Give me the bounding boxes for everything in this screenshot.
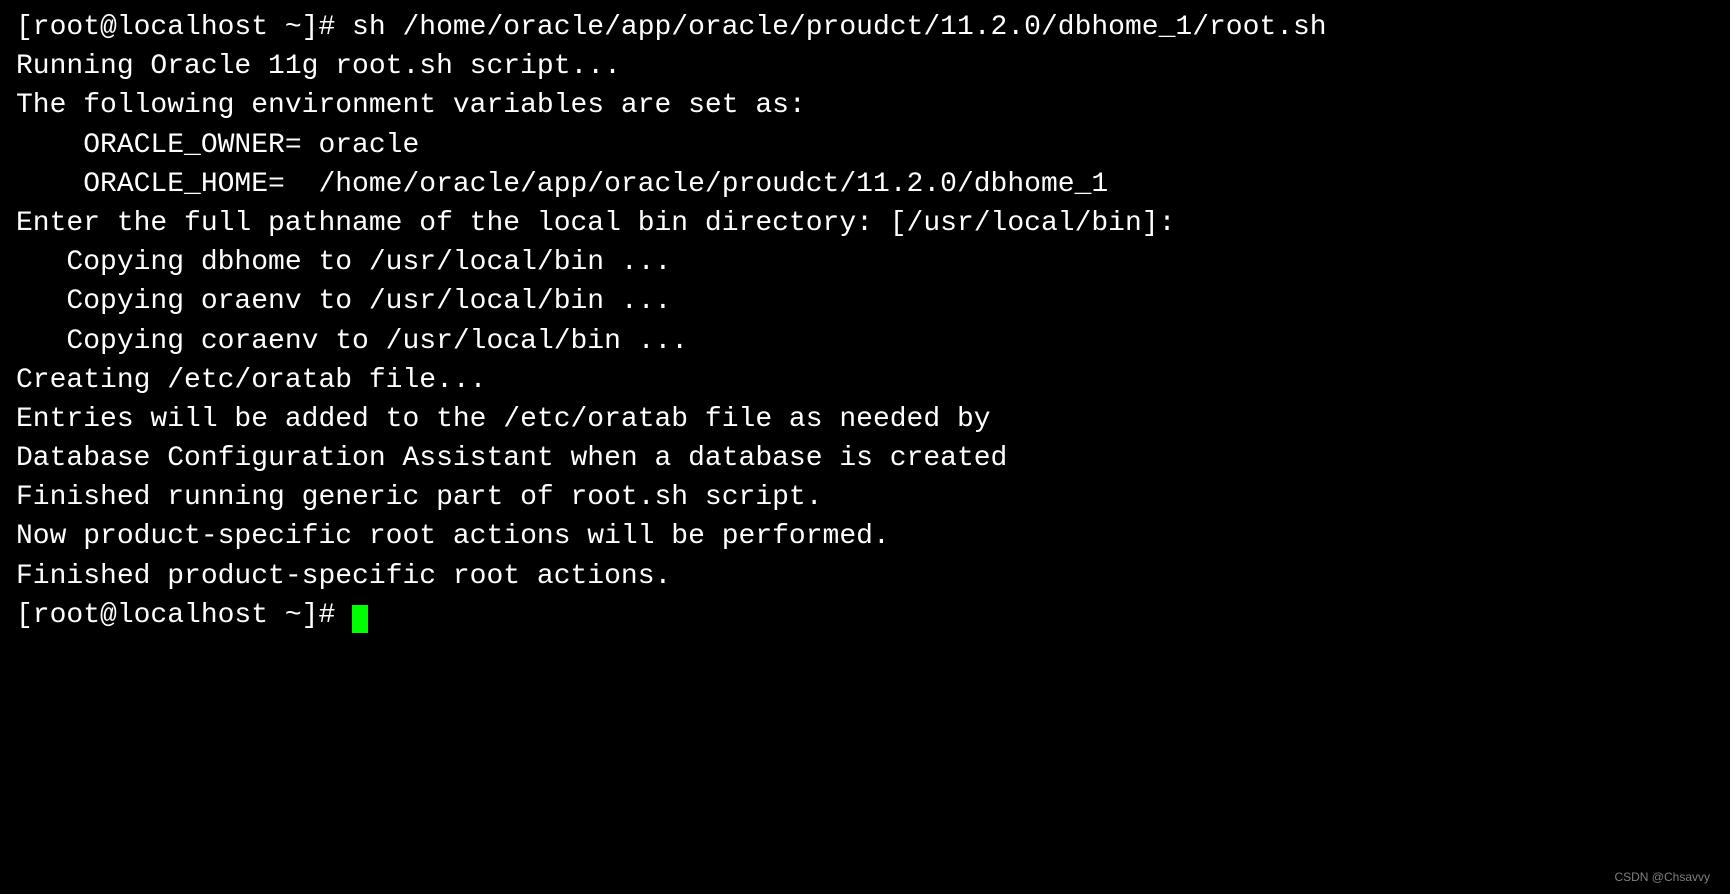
watermark: CSDN @Chsavvy [1614,869,1710,886]
terminal-line: ORACLE_HOME= /home/oracle/app/oracle/pro… [16,165,1714,204]
terminal-line: Entries will be added to the /etc/oratab… [16,400,1714,439]
terminal-line: Copying dbhome to /usr/local/bin ... [16,243,1714,282]
terminal-line: Finished product-specific root actions. [16,557,1714,596]
terminal-line: Running Oracle 11g root.sh script... [16,47,1714,86]
terminal-prompt-line[interactable]: [root@localhost ~]# [16,596,1714,635]
terminal-line: ORACLE_OWNER= oracle [16,126,1714,165]
terminal-line: Copying coraenv to /usr/local/bin ... [16,322,1714,361]
terminal-output[interactable]: [root@localhost ~]# sh /home/oracle/app/… [16,8,1714,635]
terminal-line: The following environment variables are … [16,86,1714,125]
terminal-line: Copying oraenv to /usr/local/bin ... [16,282,1714,321]
terminal-line: Creating /etc/oratab file... [16,361,1714,400]
terminal-prompt: [root@localhost ~]# [16,600,352,631]
cursor-icon [352,605,368,633]
terminal-line: Finished running generic part of root.sh… [16,478,1714,517]
terminal-line: Enter the full pathname of the local bin… [16,204,1714,243]
terminal-line: [root@localhost ~]# sh /home/oracle/app/… [16,8,1714,47]
terminal-line: Now product-specific root actions will b… [16,517,1714,556]
terminal-line: Database Configuration Assistant when a … [16,439,1714,478]
